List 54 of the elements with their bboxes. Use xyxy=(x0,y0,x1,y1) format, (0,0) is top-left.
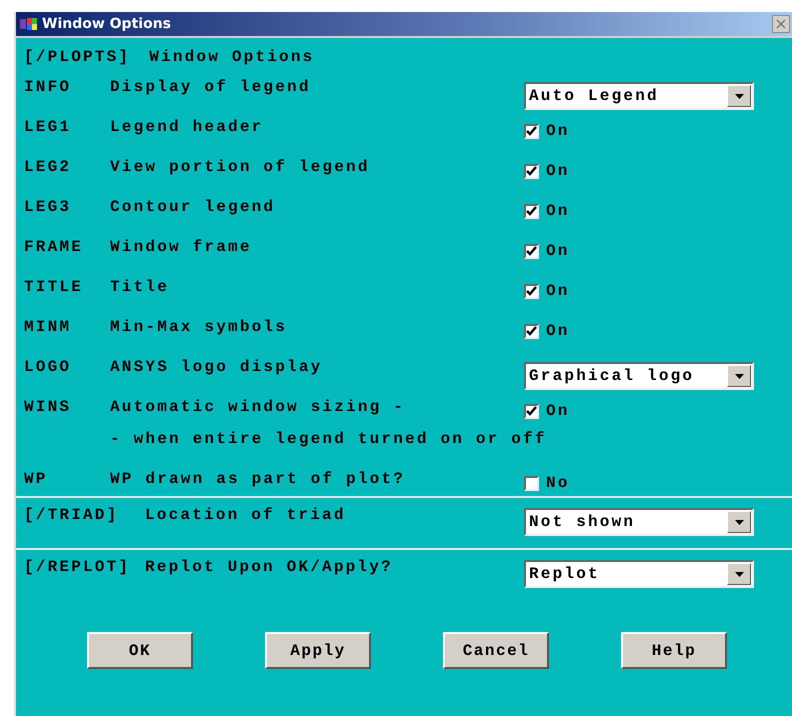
option-code: LEG3 xyxy=(24,197,72,216)
command-label: [/REPLOT] xyxy=(24,557,132,576)
section-title: Window Options xyxy=(149,48,314,68)
checkbox[interactable]: On xyxy=(524,122,570,140)
checkmark-icon xyxy=(526,166,537,176)
option-label: Contour legend xyxy=(110,197,276,216)
dialog-button[interactable]: Help xyxy=(621,632,727,669)
option-label: Legend header xyxy=(110,117,264,136)
checkmark-icon xyxy=(526,326,537,336)
option-code: INFO xyxy=(24,77,72,96)
checkmark-icon xyxy=(526,206,537,216)
checkbox[interactable]: On xyxy=(524,162,570,180)
option-code: LEG1 xyxy=(24,117,72,136)
option-code: LOGO xyxy=(24,357,72,376)
dropdown[interactable]: Graphical logo xyxy=(524,362,754,390)
app-icon xyxy=(20,17,38,31)
dropdown[interactable]: Auto Legend xyxy=(524,82,754,110)
dialog-button[interactable]: Cancel xyxy=(443,632,549,669)
dropdown[interactable]: Not shown xyxy=(524,508,754,536)
checkmark-icon xyxy=(526,406,537,416)
option-label: Window frame xyxy=(110,237,253,256)
option-label: View portion of legend xyxy=(110,157,371,176)
command-label: [/TRIAD] xyxy=(24,505,120,524)
option-label: Replot Upon OK/Apply? xyxy=(145,557,394,576)
option-code: WINS xyxy=(24,397,72,416)
dropdown[interactable]: Replot xyxy=(524,560,754,588)
option-label: Min-Max symbols xyxy=(110,317,288,336)
close-button[interactable] xyxy=(772,15,790,33)
option-code: FRAME xyxy=(24,237,84,256)
checkmark-icon xyxy=(526,246,537,256)
option-code: LEG2 xyxy=(24,157,72,176)
option-code: MINM xyxy=(24,317,72,336)
option-label: Automatic window sizing - xyxy=(110,397,406,416)
option-label: ANSYS logo display xyxy=(110,357,324,376)
close-icon xyxy=(776,19,786,29)
command-label: [/PLOPTS] xyxy=(24,48,130,68)
option-code: TITLE xyxy=(24,277,84,296)
checkmark-icon xyxy=(526,126,537,136)
dialog-button[interactable]: Apply xyxy=(265,632,371,669)
option-code: WP xyxy=(24,469,49,488)
option-label: WP drawn as part of plot? xyxy=(110,469,406,488)
option-label: Title xyxy=(110,277,170,296)
checkbox[interactable]: On xyxy=(524,322,570,340)
dialog-button[interactable]: OK xyxy=(87,632,193,669)
window-title: Window Options xyxy=(42,16,171,32)
checkbox[interactable]: On xyxy=(524,402,570,420)
option-label: Display of legend xyxy=(110,77,312,96)
checkbox[interactable]: On xyxy=(524,242,570,260)
checkbox[interactable]: No xyxy=(524,474,570,492)
checkbox[interactable]: On xyxy=(524,202,570,220)
checkmark-icon xyxy=(526,286,537,296)
option-label: Location of triad xyxy=(145,505,347,524)
checkbox[interactable]: On xyxy=(524,282,570,300)
note-text: - when entire legend turned on or off xyxy=(109,429,548,450)
